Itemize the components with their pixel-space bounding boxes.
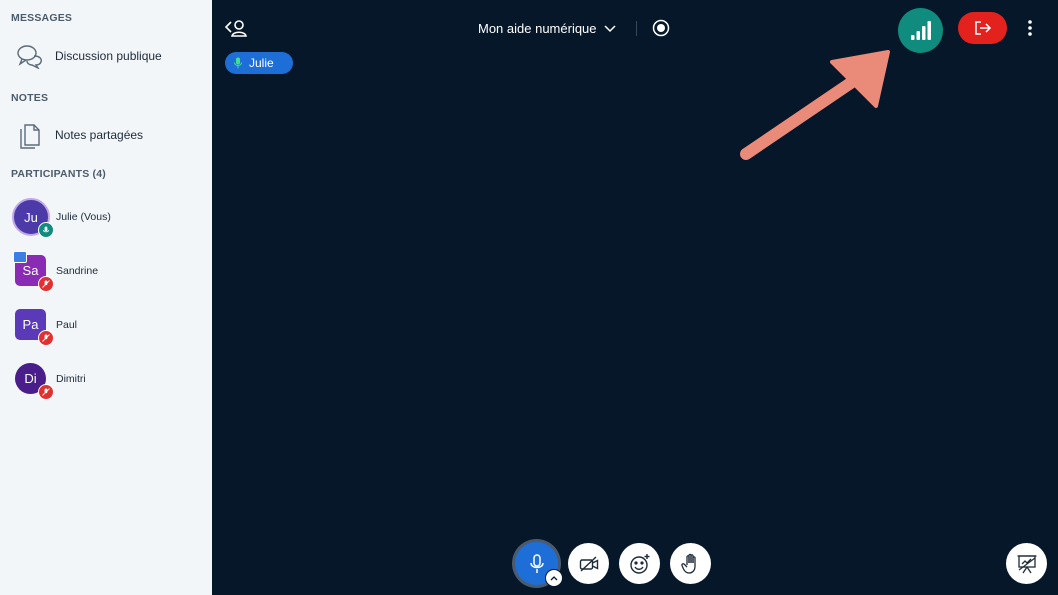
camera-off-icon <box>579 555 598 572</box>
talking-indicator[interactable]: Julie <box>225 52 293 74</box>
mic-muted-icon <box>38 276 54 292</box>
mic-on-icon <box>38 222 54 238</box>
notes-document-icon <box>14 119 46 151</box>
messages-section-title: MESSAGES <box>11 12 73 24</box>
avatar: Pa <box>12 306 54 346</box>
leave-icon <box>974 21 991 35</box>
record-icon <box>652 19 670 37</box>
avatar: Di <box>12 360 54 400</box>
participant-name: Dimitri <box>56 373 86 385</box>
chat-bubbles-icon <box>14 40 46 72</box>
leave-meeting-button[interactable] <box>958 12 1007 44</box>
avatar: Sa <box>12 251 54 292</box>
meeting-title: Mon aide numérique <box>478 20 597 36</box>
meeting-title-dropdown[interactable]: Mon aide numérique <box>478 18 617 38</box>
talker-name: Julie <box>249 56 274 70</box>
reactions-button[interactable] <box>619 543 660 584</box>
audio-options-button[interactable] <box>545 569 563 587</box>
participant-sandrine[interactable]: Sa Sandrine <box>0 248 212 294</box>
sidebar: MESSAGES Discussion publique NOTES Notes… <box>0 0 212 595</box>
chevron-up-icon <box>550 576 558 581</box>
user-list-toggle-button[interactable] <box>222 16 250 40</box>
kebab-menu-icon <box>1028 20 1032 36</box>
chevron-down-icon <box>604 25 616 33</box>
notes-section-title: NOTES <box>11 92 49 104</box>
shared-notes-item[interactable]: Notes partagées <box>0 115 212 155</box>
presenter-icon <box>13 251 27 263</box>
user-list-toggle-icon <box>224 20 247 37</box>
public-chat-label: Discussion publique <box>55 49 162 63</box>
participants-section-title: PARTICIPANTS (4) <box>11 168 106 180</box>
hand-icon <box>680 553 696 574</box>
connection-status-icon <box>910 20 931 40</box>
mic-muted-icon <box>38 384 54 400</box>
microphone-icon <box>529 553 544 573</box>
divider <box>636 21 637 36</box>
participant-julie[interactable]: Ju Julie (Vous) <box>0 194 212 240</box>
avatar: Ju <box>12 198 54 238</box>
participant-name: Julie (Vous) <box>56 211 111 223</box>
emoji-icon <box>629 553 649 574</box>
microphone-icon <box>234 57 242 69</box>
raise-hand-button[interactable] <box>670 543 711 584</box>
public-chat-item[interactable]: Discussion publique <box>0 36 212 76</box>
shared-notes-label: Notes partagées <box>55 128 144 142</box>
annotation-arrow <box>740 50 890 160</box>
mic-muted-icon <box>38 330 54 346</box>
presentation-button[interactable] <box>1006 543 1047 584</box>
participant-name: Sandrine <box>56 265 99 277</box>
participant-paul[interactable]: Pa Paul <box>0 302 212 348</box>
options-menu-button[interactable] <box>1020 16 1040 40</box>
share-camera-button[interactable] <box>568 543 609 584</box>
participant-dimitri[interactable]: Di Dimitri <box>0 356 212 402</box>
presentation-icon <box>1017 554 1036 573</box>
record-button[interactable] <box>650 17 672 39</box>
participant-name: Paul <box>56 319 78 331</box>
